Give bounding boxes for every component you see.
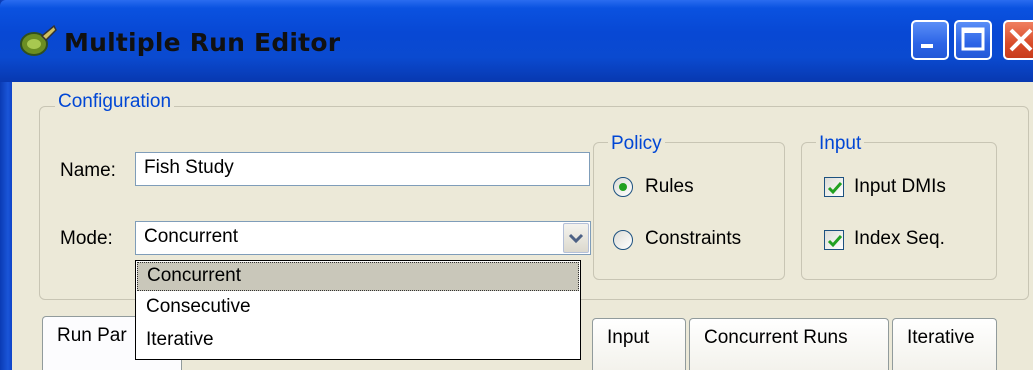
policy-group (593, 142, 785, 280)
minimize-icon (921, 44, 933, 48)
mode-select-value: Concurrent (144, 226, 238, 247)
tab-concurrent-runs[interactable]: Concurrent Runs (689, 318, 889, 370)
configuration-group-label: Configuration (55, 91, 175, 113)
tab-iterative[interactable]: Iterative (892, 318, 997, 370)
input-dmis-checkbox[interactable] (824, 177, 844, 197)
maximize-button[interactable] (954, 20, 992, 60)
checkmark-icon (827, 235, 843, 248)
close-icon (1009, 28, 1033, 52)
maximize-icon (961, 27, 985, 51)
constraints-radio[interactable] (613, 230, 633, 250)
dropdown-option-iterative[interactable]: Iterative (146, 329, 214, 351)
minimize-button[interactable] (911, 20, 949, 60)
input-group (801, 142, 997, 280)
chevron-down-icon (568, 233, 584, 244)
name-label: Name: (60, 160, 116, 181)
tab-iterative-label: Iterative (907, 327, 975, 348)
checkmark-icon (827, 182, 843, 195)
policy-group-label: Policy (608, 133, 665, 155)
close-button[interactable] (1003, 20, 1033, 60)
input-dmis-label: Input DMIs (854, 176, 946, 197)
index-seq-checkbox[interactable] (824, 230, 844, 250)
tab-concurrent-runs-label: Concurrent Runs (704, 327, 848, 348)
title-bar[interactable]: Multiple Run Editor (0, 0, 1033, 82)
name-input[interactable]: Fish Study (135, 152, 590, 186)
input-group-label: Input (816, 133, 865, 155)
index-seq-label: Index Seq. (854, 228, 945, 249)
dropdown-option-concurrent-label: Concurrent (147, 265, 241, 286)
dropdown-option-concurrent[interactable]: Concurrent (137, 262, 579, 291)
constraints-label: Constraints (645, 228, 742, 249)
tab-input[interactable]: Input (592, 318, 686, 370)
mode-dropdown-button[interactable] (563, 223, 589, 253)
rules-radio[interactable] (613, 177, 633, 197)
dropdown-option-consecutive[interactable]: Consecutive (146, 296, 251, 318)
mode-select[interactable]: Concurrent (135, 221, 591, 255)
window: Multiple Run Editor Configuration Name: … (0, 0, 1033, 370)
tab-run-parameters-label: Run Par (57, 325, 127, 346)
mode-dropdown-list: Concurrent Consecutive Iterative (135, 260, 581, 360)
rules-label: Rules (645, 176, 694, 197)
client-area: Configuration Name: Fish Study Mode: Con… (12, 82, 1033, 370)
tab-input-label: Input (607, 327, 650, 348)
window-title: Multiple Run Editor (64, 28, 341, 57)
app-icon (20, 24, 57, 56)
mode-label: Mode: (60, 228, 113, 249)
